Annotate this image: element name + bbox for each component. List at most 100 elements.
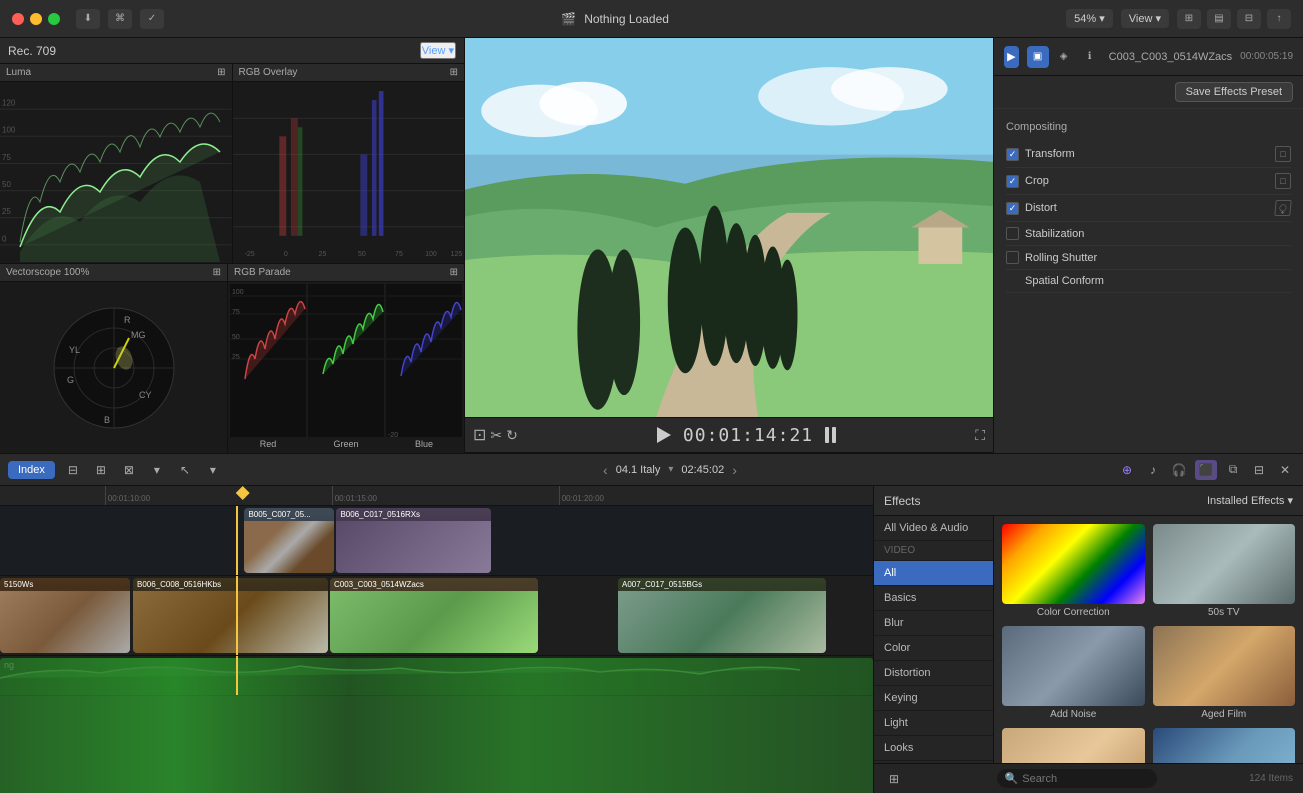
headphone-icon[interactable]: 🎧: [1169, 460, 1189, 480]
scopes-view-button[interactable]: View ▾: [420, 42, 456, 59]
effects-cat-looks[interactable]: Looks: [874, 736, 993, 761]
effects-cat-light[interactable]: Light: [874, 711, 993, 736]
effects-grid-view-icon[interactable]: ⊞: [884, 769, 904, 789]
close-button[interactable]: [12, 13, 24, 25]
effect-artifacts[interactable]: Artifacts: [1153, 728, 1296, 763]
svg-text:50: 50: [358, 251, 366, 258]
transform-checkbox[interactable]: ✓: [1006, 148, 1019, 161]
inspector-tab-info[interactable]: ℹ: [1079, 46, 1101, 68]
maximize-button[interactable]: [48, 13, 60, 25]
check-icon[interactable]: ✓: [140, 9, 164, 29]
audio-waveform: [0, 658, 873, 793]
toolbar-icon-left[interactable]: ⊡: [473, 425, 486, 445]
key-icon[interactable]: ⌘: [108, 9, 132, 29]
crop-expand-icon[interactable]: □: [1275, 173, 1291, 189]
spatial-conform-label: Spatial Conform: [1006, 275, 1104, 287]
zoom-percent-button[interactable]: 54% ▾: [1066, 9, 1113, 28]
titlebar-right: 54% ▾ View ▾ ⊞ ▤ ⊟ ↑: [1066, 9, 1291, 29]
transform-expand-icon[interactable]: □: [1275, 146, 1291, 162]
effects-cat-keying[interactable]: Keying: [874, 686, 993, 711]
dropdown-icon[interactable]: ▾: [147, 460, 167, 480]
vectorscope-expand-icon[interactable]: ⊞: [213, 267, 221, 278]
toolbar-icon-scissors[interactable]: ✂: [490, 427, 502, 444]
distort-checkbox[interactable]: ✓: [1006, 202, 1019, 215]
effects-cat-color[interactable]: Color: [874, 636, 993, 661]
effects-cat-basics[interactable]: Basics: [874, 586, 993, 611]
svg-text:MG: MG: [131, 330, 146, 340]
clip-c003[interactable]: C003_C003_0514WZacs: [330, 578, 538, 653]
effects-cat-distortion[interactable]: Distortion: [874, 661, 993, 686]
effect-aged-paper[interactable]: Aged Paper: [1002, 728, 1145, 763]
project-duration: 02:45:02: [681, 464, 724, 476]
toolbar-icon-refresh[interactable]: ↻: [506, 427, 518, 444]
current-clip-name[interactable]: 04.1 Italy: [616, 464, 661, 476]
luma-expand-icon[interactable]: ⊞: [217, 67, 225, 78]
index-button[interactable]: Index: [8, 461, 55, 479]
close-timeline-icon[interactable]: ✕: [1275, 460, 1295, 480]
effect-add-noise[interactable]: Add Noise: [1002, 626, 1145, 720]
effects-search-box: 🔍: [997, 769, 1157, 788]
effects-title: Effects: [884, 494, 920, 508]
clip-b005[interactable]: B005_C007_05...: [244, 508, 334, 573]
next-clip-arrow[interactable]: ›: [732, 462, 737, 478]
clip-dropdown-arrow[interactable]: ▾: [668, 464, 673, 475]
clip-5150ws[interactable]: 5150Ws: [0, 578, 130, 653]
tracks-container: 00:01:10:00 00:01:15:00 00:01:20:00 B005…: [0, 486, 873, 793]
snap-icon[interactable]: ⊟: [1249, 460, 1269, 480]
prev-clip-arrow[interactable]: ‹: [603, 462, 608, 478]
inspector-tab-video[interactable]: ▣: [1027, 46, 1049, 68]
effect-50s-tv[interactable]: 50s TV: [1153, 524, 1296, 618]
track-v1: 5150Ws B006_C008_0516HKbs C003_C003_0514…: [0, 576, 873, 656]
timeline-icon[interactable]: ⊟: [1237, 9, 1261, 29]
stabilization-checkbox[interactable]: [1006, 227, 1019, 240]
installed-effects-button[interactable]: Installed Effects ▾: [1207, 494, 1293, 507]
pause-button[interactable]: [825, 427, 836, 443]
clip-view2-icon[interactable]: ⊠: [119, 460, 139, 480]
inspector-video-icon[interactable]: ▶: [1004, 46, 1019, 68]
minimize-button[interactable]: [30, 13, 42, 25]
rolling-shutter-checkbox[interactable]: [1006, 251, 1019, 264]
svg-text:125: 125: [450, 251, 462, 258]
effects-cat-all[interactable]: All: [874, 561, 993, 586]
layout-icon[interactable]: ⊞: [1177, 9, 1201, 29]
clip-b005-label: B005_C007_05...: [244, 508, 334, 521]
distort-expand-icon[interactable]: ⧬: [1274, 200, 1291, 216]
list-view-icon[interactable]: ⊟: [63, 460, 83, 480]
playhead-audio: [236, 656, 238, 695]
import-icon[interactable]: ⬇: [76, 9, 100, 29]
rgb-parade-expand-icon[interactable]: ⊞: [450, 267, 458, 278]
effects-cat-all-video-audio[interactable]: All Video & Audio: [874, 516, 993, 541]
clips-icon[interactable]: ▤: [1207, 9, 1231, 29]
svg-text:0: 0: [2, 234, 7, 243]
clip-view-icon[interactable]: ⊞: [91, 460, 111, 480]
play-button[interactable]: [657, 427, 671, 443]
svg-text:100: 100: [425, 251, 437, 258]
transport-bar: ⊡ ✂ ↻ 00:01:14:21 ⛶: [465, 417, 993, 453]
effect-aged-film[interactable]: Aged Film: [1153, 626, 1296, 720]
cursor-dropdown-icon[interactable]: ▾: [203, 460, 223, 480]
audio-icon[interactable]: ♪: [1143, 460, 1163, 480]
clip-appearance-icon[interactable]: ⧉: [1223, 460, 1243, 480]
crop-checkbox[interactable]: ✓: [1006, 175, 1019, 188]
view-button[interactable]: View ▾: [1121, 9, 1169, 28]
cursor-icon[interactable]: ↖: [175, 460, 195, 480]
export-icon[interactable]: ↑: [1267, 9, 1291, 29]
fullscreen-icon[interactable]: ⛶: [975, 427, 985, 444]
inspector-tab-audio[interactable]: ◈: [1053, 46, 1075, 68]
zoom-in-icon[interactable]: ⊕: [1117, 460, 1137, 480]
vectorscope-content: R MG YL B G CY: [0, 282, 227, 453]
rgb-overlay-expand-icon[interactable]: ⊞: [450, 67, 458, 78]
rgb-parade-content: 100 75 50 25 Red: [228, 282, 464, 453]
clip-a007[interactable]: A007_C017_0515BGs: [618, 578, 826, 653]
vectorscope: Vectorscope 100% ⊞ R MG YL: [0, 264, 228, 453]
save-effects-button[interactable]: Save Effects Preset: [1175, 82, 1293, 102]
effect-color-correction[interactable]: Color Correction: [1002, 524, 1145, 618]
effects-cat-blur[interactable]: Blur: [874, 611, 993, 636]
clip-b006-c008[interactable]: B006_C008_0516HKbs: [133, 578, 328, 653]
svg-text:-20: -20: [388, 432, 398, 437]
svg-text:-25: -25: [244, 251, 254, 258]
parade-red-channel: 100 75 50 25 Red: [230, 284, 306, 451]
effects-search-input[interactable]: [1022, 773, 1148, 785]
color-icon[interactable]: ⬛: [1195, 460, 1217, 480]
clip-b006-v2[interactable]: B006_C017_0516RXs: [336, 508, 491, 573]
